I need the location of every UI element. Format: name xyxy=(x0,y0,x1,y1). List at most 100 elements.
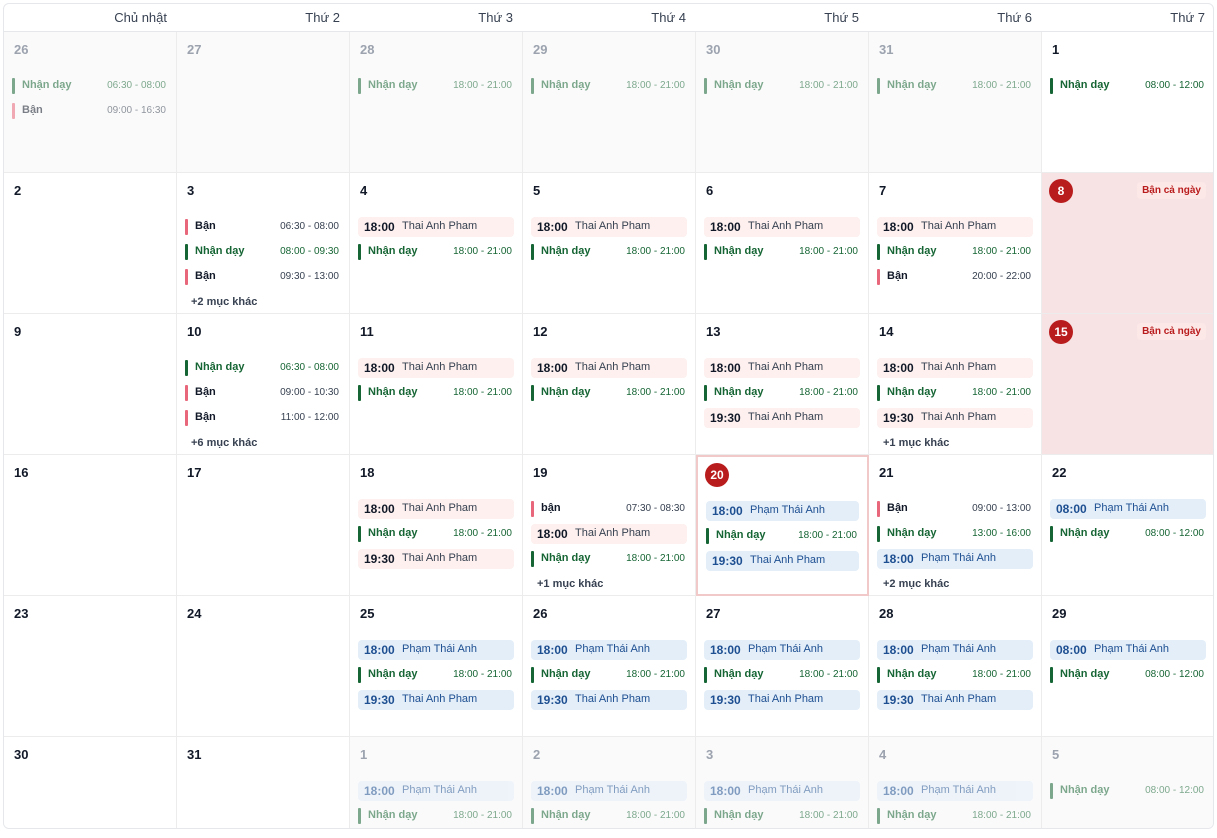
availability-event[interactable]: Nhận dạy 18:00 - 21:00 xyxy=(704,76,860,96)
availability-event[interactable]: Nhận dạy 08:00 - 12:00 xyxy=(1050,524,1206,544)
day-cell[interactable]: 30 xyxy=(4,737,177,828)
availability-event[interactable]: Nhận dạy 06:30 - 08:00 xyxy=(185,358,341,378)
day-cell[interactable]: 4 18:00 Thai Anh Pham Nhận dạy 18:00 - 21:00 xyxy=(350,173,523,314)
availability-event[interactable]: Nhận dạy 18:00 - 21:00 xyxy=(358,242,514,262)
lesson-event[interactable]: 19:30 Thai Anh Pham xyxy=(704,690,860,710)
availability-event[interactable]: Nhận dạy 18:00 - 21:00 xyxy=(704,383,860,403)
day-cell[interactable]: 31 Nhận dạy 18:00 - 21:00 xyxy=(869,32,1042,173)
day-cell[interactable]: 4 18:00 Phạm Thái Anh Nhận dạy 18:00 - 21:00… xyxy=(869,737,1042,828)
day-cell[interactable]: 10 Nhận dạy 06:30 - 08:00 Bận 09:00 - 10:30 B… xyxy=(177,314,350,455)
lesson-event[interactable]: 18:00 Phạm Thái Anh xyxy=(877,781,1033,801)
availability-event[interactable]: Nhận dạy 06:30 - 08:00 xyxy=(12,76,168,96)
lesson-event[interactable]: 18:00 Phạm Thái Anh xyxy=(531,781,687,801)
availability-event[interactable]: Nhận dạy 08:00 - 12:00 xyxy=(1050,76,1206,96)
day-cell[interactable]: 21 Bận 09:00 - 13:00 Nhận dạy 13:00 - 16:00 1… xyxy=(869,455,1042,596)
availability-event[interactable]: Nhận dạy 18:00 - 21:00 xyxy=(877,665,1033,685)
lesson-event[interactable]: 19:30 Thai Anh Pham xyxy=(706,551,859,571)
day-cell[interactable]: 12 18:00 Thai Anh Pham Nhận dạy 18:00 - 21:0… xyxy=(523,314,696,455)
busy-event[interactable]: Bận 09:30 - 13:00 xyxy=(185,267,341,287)
day-cell[interactable]: 2 18:00 Phạm Thái Anh Nhận dạy 18:00 - 21:00… xyxy=(523,737,696,828)
day-cell[interactable]: 29 Nhận dạy 18:00 - 21:00 xyxy=(523,32,696,173)
availability-event[interactable]: Nhận dạy 18:00 - 21:00 xyxy=(877,806,1033,826)
availability-event[interactable]: Nhận dạy 18:00 - 21:00 xyxy=(531,76,687,96)
day-cell[interactable]: 6 18:00 Thai Anh Pham Nhận dạy 18:00 - 21:00 xyxy=(696,173,869,314)
day-cell[interactable]: 19 bận 07:30 - 08:30 18:00 Thai Anh Pham Nhận… xyxy=(523,455,696,596)
lesson-event[interactable]: 18:00 Thai Anh Pham xyxy=(704,358,860,378)
day-cell[interactable]: 28 Nhận dạy 18:00 - 21:00 xyxy=(350,32,523,173)
lesson-event[interactable]: 18:00 Thai Anh Pham xyxy=(531,524,687,544)
day-cell[interactable]: 14 18:00 Thai Anh Pham Nhận dạy 18:00 - 21:0… xyxy=(869,314,1042,455)
availability-event[interactable]: Nhận dạy 18:00 - 21:00 xyxy=(704,242,860,262)
lesson-event[interactable]: 18:00 Thai Anh Pham xyxy=(531,358,687,378)
availability-event[interactable]: Nhận dạy 18:00 - 21:00 xyxy=(531,383,687,403)
day-cell[interactable]: 5 18:00 Thai Anh Pham Nhận dạy 18:00 - 21:00 xyxy=(523,173,696,314)
more-events-link[interactable]: +2 mục khác xyxy=(191,296,257,308)
availability-event[interactable]: Nhận dạy 18:00 - 21:00 xyxy=(706,526,859,546)
lesson-event[interactable]: 18:00 Thai Anh Pham xyxy=(877,358,1033,378)
day-cell[interactable]: 26 Nhận dạy 06:30 - 08:00 Bận 09:00 - 16:30 xyxy=(4,32,177,173)
availability-event[interactable]: Nhận dạy 18:00 - 21:00 xyxy=(704,665,860,685)
lesson-event[interactable]: 19:30 Thai Anh Pham xyxy=(358,690,514,710)
day-cell[interactable]: 27 xyxy=(177,32,350,173)
day-cell[interactable]: 27 18:00 Phạm Thái Anh Nhận dạy 18:00 - 21:0… xyxy=(696,596,869,737)
day-cell[interactable]: 25 18:00 Phạm Thái Anh Nhận dạy 18:00 - 21:0… xyxy=(350,596,523,737)
lesson-event[interactable]: 18:00 Thai Anh Pham xyxy=(704,217,860,237)
day-cell[interactable]: 16 xyxy=(4,455,177,596)
lesson-event[interactable]: 18:00 Phạm Thái Anh xyxy=(358,640,514,660)
day-cell[interactable]: 7 18:00 Thai Anh Pham Nhận dạy 18:00 - 21:00… xyxy=(869,173,1042,314)
availability-event[interactable]: Nhận dạy 18:00 - 21:00 xyxy=(877,242,1033,262)
lesson-event[interactable]: 18:00 Thai Anh Pham xyxy=(358,217,514,237)
day-cell[interactable]: 26 18:00 Phạm Thái Anh Nhận dạy 18:00 - 21:0… xyxy=(523,596,696,737)
day-cell[interactable]: 29 08:00 Phạm Thái Anh Nhận dạy 08:00 - 12:0… xyxy=(1042,596,1213,737)
day-cell[interactable]: 15 Bận cả ngày xyxy=(1042,314,1213,455)
lesson-event[interactable]: 19:30 Thai Anh Pham xyxy=(877,690,1033,710)
more-events-link[interactable]: +6 mục khác xyxy=(191,437,257,449)
lesson-event[interactable]: 19:30 Thai Anh Pham xyxy=(877,408,1033,428)
day-cell[interactable]: 11 18:00 Thai Anh Pham Nhận dạy 18:00 - 21:0… xyxy=(350,314,523,455)
availability-event[interactable]: Nhận dạy 08:00 - 12:00 xyxy=(1050,665,1206,685)
day-cell[interactable]: 1 18:00 Phạm Thái Anh Nhận dạy 18:00 - 21:00… xyxy=(350,737,523,828)
busy-event[interactable]: Bận 09:00 - 10:30 xyxy=(185,383,341,403)
availability-event[interactable]: Nhận dạy 18:00 - 21:00 xyxy=(704,806,860,826)
day-cell[interactable]: 20 18:00 Phạm Thái Anh Nhận dạy 18:00 - 21:0… xyxy=(696,455,869,596)
day-cell[interactable]: 17 xyxy=(177,455,350,596)
day-cell[interactable]: 2 xyxy=(4,173,177,314)
busy-event[interactable]: Bận 06:30 - 08:00 xyxy=(185,217,341,237)
lesson-event[interactable]: 18:00 Phạm Thái Anh xyxy=(877,640,1033,660)
lesson-event[interactable]: 18:00 Thai Anh Pham xyxy=(358,358,514,378)
lesson-event[interactable]: 18:00 Phạm Thái Anh xyxy=(706,501,859,521)
busy-event[interactable]: Bận 09:00 - 16:30 xyxy=(12,101,168,121)
lesson-event[interactable]: 08:00 Phạm Thái Anh xyxy=(1050,640,1206,660)
day-cell[interactable]: 24 xyxy=(177,596,350,737)
day-cell[interactable]: 23 xyxy=(4,596,177,737)
day-cell[interactable]: 5 Nhận dạy 08:00 - 12:00 xyxy=(1042,737,1213,828)
lesson-event[interactable]: 08:00 Phạm Thái Anh xyxy=(1050,499,1206,519)
lesson-event[interactable]: 18:00 Thai Anh Pham xyxy=(531,217,687,237)
busy-event[interactable]: bận 07:30 - 08:30 xyxy=(531,499,687,519)
lesson-event[interactable]: 19:30 Thai Anh Pham xyxy=(704,408,860,428)
day-cell[interactable]: 3 Bận 06:30 - 08:00 Nhận dạy 08:00 - 09:30 Bậ… xyxy=(177,173,350,314)
availability-event[interactable]: Nhận dạy 13:00 - 16:00 xyxy=(877,524,1033,544)
lesson-event[interactable]: 18:00 Phạm Thái Anh xyxy=(704,781,860,801)
more-events-link[interactable]: +1 mục khác xyxy=(883,437,949,449)
busy-event[interactable]: Bận 09:00 - 13:00 xyxy=(877,499,1033,519)
day-cell[interactable]: 3 18:00 Phạm Thái Anh Nhận dạy 18:00 - 21:00… xyxy=(696,737,869,828)
day-cell[interactable]: 31 xyxy=(177,737,350,828)
availability-event[interactable]: Nhận dạy 18:00 - 21:00 xyxy=(531,549,687,569)
lesson-event[interactable]: 18:00 Phạm Thái Anh xyxy=(704,640,860,660)
availability-event[interactable]: Nhận dạy 18:00 - 21:00 xyxy=(877,76,1033,96)
availability-event[interactable]: Nhận dạy 18:00 - 21:00 xyxy=(877,383,1033,403)
availability-event[interactable]: Nhận dạy 18:00 - 21:00 xyxy=(531,242,687,262)
day-cell[interactable]: 28 18:00 Phạm Thái Anh Nhận dạy 18:00 - 21:0… xyxy=(869,596,1042,737)
availability-event[interactable]: Nhận dạy 08:00 - 12:00 xyxy=(1050,781,1206,801)
lesson-event[interactable]: 18:00 Phạm Thái Anh xyxy=(877,549,1033,569)
lesson-event[interactable]: 19:30 Thai Anh Pham xyxy=(358,549,514,569)
day-cell[interactable]: 13 18:00 Thai Anh Pham Nhận dạy 18:00 - 21:0… xyxy=(696,314,869,455)
more-events-link[interactable]: +2 mục khác xyxy=(883,578,949,590)
busy-event[interactable]: Bận 11:00 - 12:00 xyxy=(185,408,341,428)
availability-event[interactable]: Nhận dạy 18:00 - 21:00 xyxy=(358,665,514,685)
day-cell[interactable]: 9 xyxy=(4,314,177,455)
availability-event[interactable]: Nhận dạy 18:00 - 21:00 xyxy=(358,524,514,544)
lesson-event[interactable]: 18:00 Thai Anh Pham xyxy=(358,499,514,519)
lesson-event[interactable]: 19:30 Thai Anh Pham xyxy=(531,690,687,710)
